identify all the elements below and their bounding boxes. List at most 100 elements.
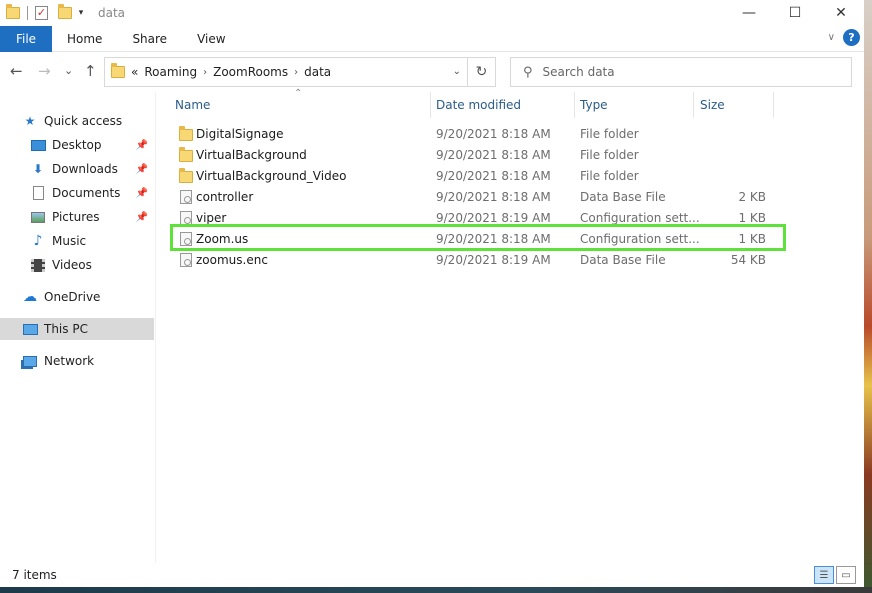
breadcrumb-roaming[interactable]: Roaming bbox=[144, 65, 197, 79]
sidebar-item-music[interactable]: ♪ Music bbox=[0, 230, 154, 252]
file-row-virtualbackground-video[interactable]: VirtualBackground_Video 9/20/2021 8:18 A… bbox=[170, 166, 780, 187]
column-divider[interactable] bbox=[574, 92, 575, 118]
music-icon: ♪ bbox=[33, 233, 43, 249]
sidebar-item-this-pc[interactable]: This PC bbox=[0, 318, 154, 340]
file-row-virtualbackground[interactable]: VirtualBackground 9/20/2021 8:18 AM File… bbox=[170, 145, 780, 166]
customize-toolbar-dropdown-icon[interactable]: ▾ bbox=[76, 8, 86, 18]
file-type: File folder bbox=[580, 127, 639, 141]
folder-icon bbox=[179, 168, 193, 183]
breadcrumb-separator[interactable]: › bbox=[294, 67, 298, 78]
expand-ribbon-icon[interactable]: ∨ bbox=[828, 32, 835, 43]
title-bar: ✓ ▾ data — ☐ ✕ bbox=[0, 0, 864, 26]
search-box[interactable]: ⚲ bbox=[510, 57, 852, 87]
up-button[interactable]: ↑ bbox=[84, 62, 97, 80]
search-input[interactable] bbox=[542, 65, 823, 79]
desktop-background bbox=[864, 0, 872, 593]
file-date: 9/20/2021 8:19 AM bbox=[436, 253, 551, 267]
pin-icon[interactable]: 📌 bbox=[136, 164, 148, 175]
column-divider[interactable] bbox=[693, 92, 694, 118]
taskbar-edge bbox=[0, 587, 872, 593]
sidebar-item-desktop[interactable]: Desktop 📌 bbox=[0, 134, 154, 156]
refresh-button[interactable]: ↻ bbox=[467, 58, 495, 86]
sidebar-item-label: Desktop bbox=[52, 138, 102, 152]
cloud-icon: ☁ bbox=[23, 289, 37, 305]
ribbon-right: ∨ ? bbox=[828, 29, 860, 46]
sidebar-item-label: Quick access bbox=[44, 114, 123, 128]
column-divider[interactable] bbox=[773, 92, 774, 118]
column-header-name[interactable]: Name bbox=[175, 92, 210, 118]
highlight-box bbox=[170, 224, 786, 251]
sidebar-item-label: Network bbox=[44, 354, 95, 368]
new-folder-icon[interactable] bbox=[58, 4, 72, 19]
folder-icon bbox=[179, 147, 193, 162]
folder-icon[interactable] bbox=[6, 4, 20, 19]
column-header-size[interactable]: Size bbox=[700, 92, 725, 118]
tab-file[interactable]: File bbox=[0, 25, 52, 52]
desktop-icon bbox=[30, 138, 46, 152]
file-type: Data Base File bbox=[580, 190, 666, 204]
pin-icon[interactable]: 📌 bbox=[136, 140, 148, 151]
sidebar-item-label: Pictures bbox=[52, 210, 100, 224]
pin-icon[interactable]: 📌 bbox=[136, 188, 148, 199]
file-icon bbox=[180, 253, 192, 267]
file-date: 9/20/2021 8:19 AM bbox=[436, 211, 551, 225]
network-icon bbox=[22, 354, 38, 368]
maximize-button[interactable]: ☐ bbox=[772, 0, 818, 26]
column-header-date-modified[interactable]: Date modified bbox=[436, 92, 521, 118]
sidebar-item-onedrive[interactable]: ☁ OneDrive bbox=[0, 286, 154, 308]
file-row-digitalsignage[interactable]: DigitalSignage 9/20/2021 8:18 AM File fo… bbox=[170, 124, 780, 145]
sidebar-item-quick-access[interactable]: ★ Quick access bbox=[0, 110, 154, 132]
file-row-zoomus-enc[interactable]: zoomus.enc 9/20/2021 8:19 AM Data Base F… bbox=[170, 250, 780, 271]
file-date: 9/20/2021 8:18 AM bbox=[436, 127, 551, 141]
search-icon: ⚲ bbox=[523, 64, 533, 80]
file-type: File folder bbox=[580, 148, 639, 162]
video-icon bbox=[30, 258, 46, 272]
sidebar-item-label: OneDrive bbox=[44, 290, 101, 304]
sidebar-item-label: Videos bbox=[52, 258, 92, 272]
file-name: DigitalSignage bbox=[196, 127, 284, 141]
sidebar-item-label: This PC bbox=[44, 322, 88, 336]
sidebar-item-label: Downloads bbox=[52, 162, 118, 176]
sidebar-item-documents[interactable]: Documents 📌 bbox=[0, 182, 154, 204]
recent-locations-button[interactable]: ⌄ bbox=[64, 64, 73, 77]
ribbon-tabs: File Home Share View ∨ ? bbox=[0, 25, 864, 52]
pin-icon[interactable]: 📌 bbox=[136, 212, 148, 223]
help-icon[interactable]: ? bbox=[843, 29, 860, 46]
sidebar-item-network[interactable]: Network bbox=[0, 350, 154, 372]
config-file-icon bbox=[180, 211, 192, 225]
sidebar-item-downloads[interactable]: ⬇ Downloads 📌 bbox=[0, 158, 154, 180]
tab-view[interactable]: View bbox=[182, 26, 240, 52]
window-title: data bbox=[98, 6, 126, 20]
file-row-controller[interactable]: controller 9/20/2021 8:18 AM Data Base F… bbox=[170, 187, 780, 208]
file-size: 1 KB bbox=[738, 211, 766, 225]
file-type: Configuration sett... bbox=[580, 211, 700, 225]
address-dropdown-icon[interactable]: ⌄ bbox=[453, 66, 461, 77]
breadcrumb-separator[interactable]: › bbox=[203, 67, 207, 78]
back-button[interactable]: ← bbox=[10, 62, 23, 80]
breadcrumb-data[interactable]: data bbox=[304, 65, 331, 79]
file-icon bbox=[180, 190, 192, 204]
close-button[interactable]: ✕ bbox=[818, 0, 864, 26]
file-date: 9/20/2021 8:18 AM bbox=[436, 190, 551, 204]
large-icons-view-icon[interactable]: ▭ bbox=[836, 566, 856, 584]
minimize-button[interactable]: — bbox=[726, 0, 772, 26]
tab-home[interactable]: Home bbox=[52, 26, 117, 52]
sidebar-item-pictures[interactable]: Pictures 📌 bbox=[0, 206, 154, 228]
item-count: 7 items bbox=[12, 568, 57, 582]
forward-button[interactable]: → bbox=[38, 62, 51, 80]
file-name: VirtualBackground bbox=[196, 148, 307, 162]
breadcrumb-zoomrooms[interactable]: ZoomRooms bbox=[213, 65, 288, 79]
column-header-type[interactable]: Type bbox=[580, 92, 608, 118]
tab-share[interactable]: Share bbox=[117, 26, 182, 52]
computer-icon bbox=[22, 322, 38, 336]
details-view-icon[interactable]: ☰ bbox=[814, 566, 834, 584]
star-icon: ★ bbox=[24, 114, 36, 128]
sidebar-item-videos[interactable]: Videos bbox=[0, 254, 154, 276]
properties-icon[interactable]: ✓ bbox=[35, 6, 48, 20]
address-bar[interactable]: « Roaming › ZoomRooms › data ⌄ ↻ bbox=[104, 57, 496, 87]
quick-access-toolbar: ✓ ▾ bbox=[0, 4, 86, 20]
file-date: 9/20/2021 8:18 AM bbox=[436, 169, 551, 183]
file-name: controller bbox=[196, 190, 254, 204]
column-divider[interactable] bbox=[430, 92, 431, 118]
breadcrumb-overflow[interactable]: « bbox=[131, 65, 138, 79]
